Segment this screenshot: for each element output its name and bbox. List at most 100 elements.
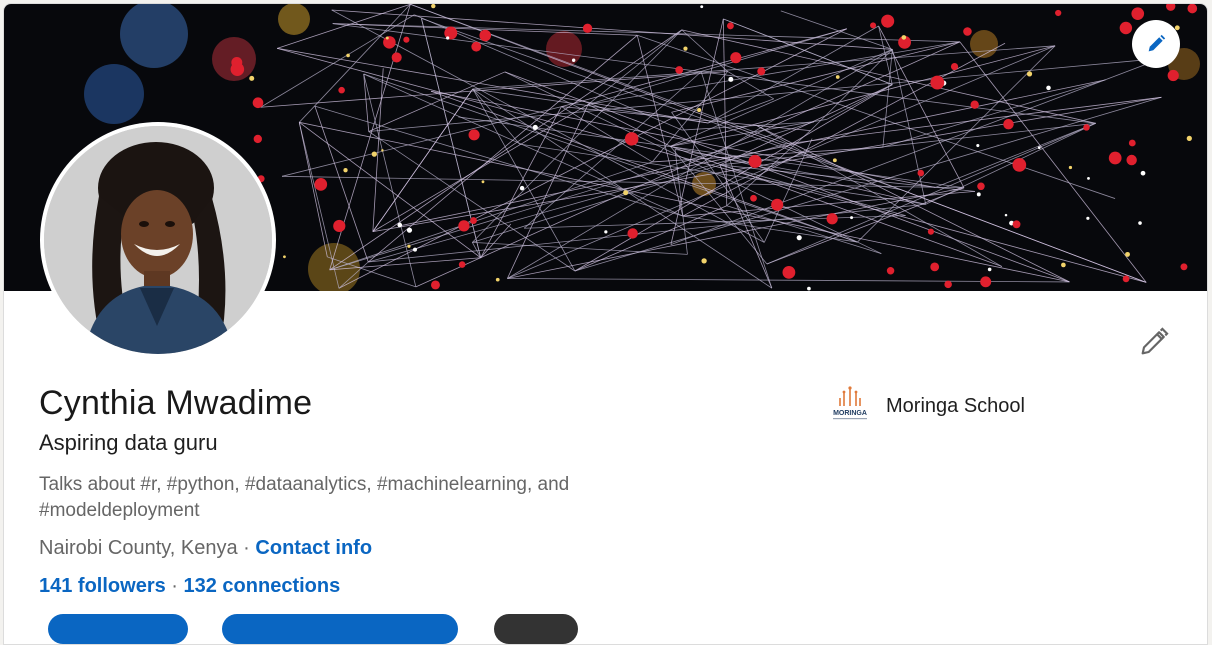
edit-intro-button[interactable] <box>1134 322 1174 362</box>
talks-about: Talks about #r, #python, #dataanalytics,… <box>39 474 570 521</box>
network-node <box>627 228 638 239</box>
add-section-button[interactable] <box>222 614 458 644</box>
network-node <box>430 280 440 290</box>
network-line <box>368 143 787 263</box>
contact-info-link[interactable]: Contact info <box>255 537 372 559</box>
network-node <box>458 220 470 232</box>
connections-link[interactable]: 132 connections <box>184 575 341 597</box>
network-node <box>406 227 413 233</box>
network-node <box>314 178 328 191</box>
network-node <box>835 75 840 79</box>
school-logo: MORINGA <box>828 384 872 428</box>
network-node <box>1108 151 1122 165</box>
network-node <box>1119 21 1133 35</box>
network-node <box>901 35 907 40</box>
network-node <box>1138 221 1142 225</box>
network-node <box>431 4 436 9</box>
network-node <box>623 190 629 196</box>
network-node <box>407 244 411 248</box>
network-node <box>807 286 811 291</box>
network-node <box>397 222 403 228</box>
network-node <box>413 247 418 252</box>
profile-card: Cynthia Mwadime Aspiring data guru Talks… <box>3 3 1208 645</box>
network-node <box>927 228 934 235</box>
school-name: Moringa School <box>886 394 1025 417</box>
network-line <box>726 205 882 254</box>
network-node <box>1140 170 1146 176</box>
network-line <box>766 187 965 265</box>
network-node <box>571 58 576 62</box>
network-node <box>782 265 796 279</box>
network-node <box>697 107 702 113</box>
network-line <box>671 41 960 113</box>
network-node <box>1180 263 1188 271</box>
network-line <box>588 28 847 105</box>
network-node <box>963 27 972 36</box>
network-node <box>683 46 688 51</box>
education-moringa-school[interactable]: MORINGA Moringa School <box>828 384 1025 428</box>
network-line <box>480 106 562 258</box>
network-node <box>850 216 854 220</box>
network-node <box>582 23 593 33</box>
network-node <box>675 66 684 74</box>
network-node <box>977 182 985 191</box>
network-line <box>719 164 773 289</box>
network-node <box>796 235 802 241</box>
network-node <box>381 149 384 152</box>
moringa-logo: MORINGA <box>833 386 867 420</box>
edit-cover-button[interactable] <box>1132 20 1180 68</box>
network-line <box>368 57 1162 132</box>
network-line <box>281 106 562 177</box>
network-node <box>730 52 742 64</box>
network-node <box>1131 7 1145 21</box>
network-line <box>471 242 482 258</box>
network-line <box>707 98 774 124</box>
network-line <box>372 104 589 232</box>
network-node <box>980 276 992 288</box>
bokeh-light <box>120 4 188 68</box>
network-line <box>561 106 811 132</box>
network-node <box>944 280 952 289</box>
network-node <box>1128 139 1136 147</box>
network-node <box>1012 220 1021 229</box>
network-node <box>750 194 757 202</box>
network-row: 141 followers · 132 connections <box>39 575 340 598</box>
network-node <box>1167 69 1179 82</box>
network-node <box>343 168 348 173</box>
network-line <box>882 79 1106 148</box>
network-node <box>1068 165 1073 170</box>
network-node <box>700 5 704 9</box>
network-node <box>1087 176 1090 180</box>
network-line <box>719 164 906 216</box>
avatar <box>44 126 272 354</box>
network-node <box>930 262 940 272</box>
network-node <box>1046 85 1051 91</box>
network-line <box>523 71 702 229</box>
network-line <box>368 203 926 263</box>
network-node <box>970 100 979 109</box>
pencil-icon <box>1148 34 1166 52</box>
followers-link[interactable]: 141 followers <box>39 575 166 597</box>
network-node <box>532 124 538 131</box>
network-node <box>1186 135 1192 142</box>
network-node <box>385 36 389 40</box>
network-line <box>588 41 960 105</box>
bokeh-light <box>84 64 144 124</box>
profile-photo[interactable] <box>40 122 276 358</box>
network-line <box>368 131 576 272</box>
network-node <box>338 86 345 94</box>
network-node <box>468 129 480 141</box>
person-photo <box>44 126 272 354</box>
network-node <box>249 75 255 81</box>
network-node <box>470 217 477 224</box>
network-node <box>481 180 485 184</box>
bokeh-light <box>970 30 998 58</box>
open-to-button[interactable] <box>48 614 188 644</box>
location-row: Nairobi County, Kenya · Contact info <box>39 537 372 560</box>
network-node <box>230 62 245 77</box>
more-button[interactable] <box>494 614 578 644</box>
network-node <box>881 14 895 28</box>
network-node <box>1086 216 1090 220</box>
network-line <box>472 88 520 145</box>
network-node <box>1055 9 1062 17</box>
